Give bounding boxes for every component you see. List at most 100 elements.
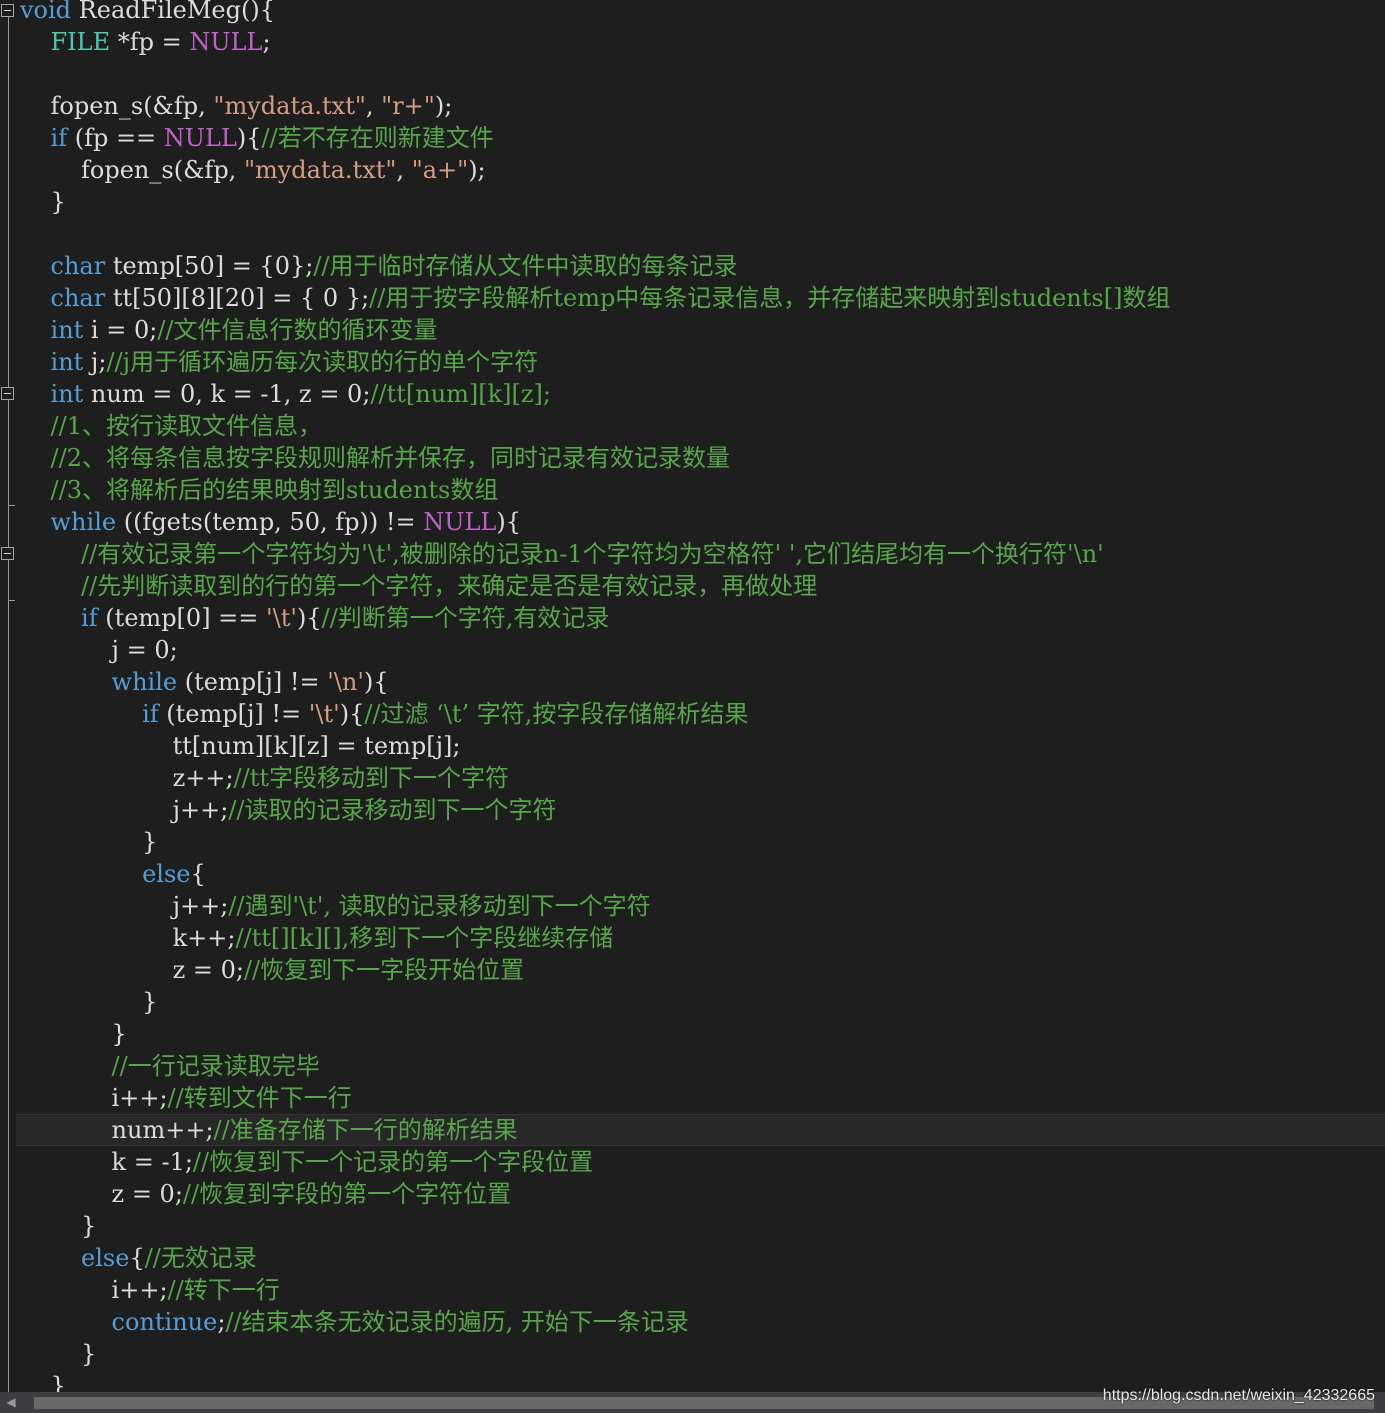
code-line[interactable]: i++;//转下一行: [20, 1274, 1385, 1306]
code-token: ){: [496, 508, 521, 536]
code-line[interactable]: k = -1;//恢复到下一个记录的第一个字段位置: [20, 1146, 1385, 1178]
code-line[interactable]: [20, 218, 1385, 250]
code-token: i = 0;: [83, 316, 158, 344]
code-line[interactable]: char temp[50] = {0};//用于临时存储从文件中读取的每条记录: [20, 250, 1385, 282]
collapse-icon[interactable]: [1, 387, 14, 400]
code-line[interactable]: //有效记录第一个字符均为'\t',被删除的记录n-1个字符均为空格符' ',它…: [20, 538, 1385, 570]
code-line[interactable]: [20, 58, 1385, 90]
code-line[interactable]: }: [20, 1210, 1385, 1242]
code-line[interactable]: j++;//遇到'\t', 读取的记录移动到下一个字符: [20, 890, 1385, 922]
code-line[interactable]: }: [20, 826, 1385, 858]
code-token: (temp[j] !=: [158, 700, 309, 728]
code-token: NULL: [163, 124, 237, 152]
code-line[interactable]: while ((fgets(temp, 50, fp)) != NULL){: [20, 506, 1385, 538]
code-token: int: [50, 380, 84, 408]
code-line[interactable]: j++;//读取的记录移动到下一个字符: [20, 794, 1385, 826]
code-token: while: [111, 668, 178, 696]
code-token: ){: [236, 124, 262, 152]
code-line[interactable]: z = 0;//恢复到字段的第一个字符位置: [20, 1178, 1385, 1210]
code-token: if: [81, 604, 98, 632]
code-line[interactable]: fopen_s(&fp, "mydata.txt", "r+");: [20, 90, 1385, 122]
outline-gutter: [0, 0, 16, 1392]
outline-line: [8, 14, 9, 1392]
code-token: //过滤 ‘\t’ 字符,按字段存储解析结果: [364, 700, 749, 728]
outline-tick: [8, 505, 15, 506]
code-token: i++;: [20, 1276, 168, 1304]
code-token: i++;: [20, 1084, 168, 1112]
code-line[interactable]: }: [20, 1338, 1385, 1370]
code-line[interactable]: int num = 0, k = -1, z = 0;//tt[num][k][…: [20, 378, 1385, 410]
code-line[interactable]: }: [20, 1018, 1385, 1050]
scroll-left-arrow-icon[interactable]: ◀: [0, 1392, 22, 1413]
code-token: temp[50] = {0};: [105, 252, 314, 280]
code-line-current[interactable]: num++;//准备存储下一行的解析结果: [16, 1114, 1385, 1146]
code-token: //判断第一个字符,有效记录: [321, 604, 610, 632]
code-line[interactable]: char tt[50][8][20] = { 0 };//用于按字段解析temp…: [20, 282, 1385, 314]
code-line[interactable]: if (temp[j] != '\t'){//过滤 ‘\t’ 字符,按字段存储解…: [20, 698, 1385, 730]
code-line[interactable]: if (fp == NULL){//若不存在则新建文件: [20, 122, 1385, 154]
code-token: //转下一行: [167, 1276, 280, 1304]
code-line[interactable]: //先判断读取到的行的第一个字符，来确定是否是有效记录，再做处理: [20, 570, 1385, 602]
collapse-icon[interactable]: [1, 4, 14, 17]
code-line[interactable]: k++;//tt[][k][],移到下一个字段继续存储: [20, 922, 1385, 954]
code-token: //恢复到下一个记录的第一个字段位置: [192, 1148, 594, 1176]
code-line[interactable]: int j;//j用于循环遍历每次读取的行的单个字符: [20, 346, 1385, 378]
code-line[interactable]: tt[num][k][z] = temp[j];: [20, 730, 1385, 762]
code-token: ){: [364, 668, 389, 696]
code-token: //用于按字段解析temp中每条记录信息，并存储起来映射到students[]数…: [369, 284, 1171, 312]
code-token: }: [20, 1212, 97, 1240]
code-editor[interactable]: void ReadFileMeg(){ FILE *fp = NULL; fop…: [0, 0, 1385, 1413]
code-line[interactable]: int i = 0;//文件信息行数的循环变量: [20, 314, 1385, 346]
code-token: ;: [262, 28, 271, 56]
code-line[interactable]: if (temp[0] == '\t'){//判断第一个字符,有效记录: [20, 602, 1385, 634]
code-token: z++;: [20, 764, 234, 792]
watermark-text: https://blog.csdn.net/weixin_42332665: [1102, 1387, 1375, 1404]
collapse-icon[interactable]: [1, 547, 14, 560]
code-token: j;: [83, 348, 107, 376]
code-token: {: [190, 860, 206, 888]
code-line[interactable]: while (temp[j] != '\n'){: [20, 666, 1385, 698]
code-line[interactable]: }: [20, 986, 1385, 1018]
code-token: num++;: [20, 1116, 214, 1144]
code-token: j++;: [20, 892, 229, 920]
code-line[interactable]: continue;//结束本条无效记录的遍历, 开始下一条记录: [20, 1306, 1385, 1338]
code-line[interactable]: }: [20, 186, 1385, 218]
code-line[interactable]: else{//无效记录: [20, 1242, 1385, 1274]
code-token: *fp =: [110, 28, 190, 56]
code-token: num = 0, k = -1, z = 0;: [83, 380, 371, 408]
code-line[interactable]: z = 0;//恢复到下一字段开始位置: [20, 954, 1385, 986]
code-token: '\t': [266, 604, 297, 632]
code-token: j = 0;: [20, 636, 178, 664]
code-line[interactable]: FILE *fp = NULL;: [20, 26, 1385, 58]
code-line[interactable]: //1、按行读取文件信息，: [20, 410, 1385, 442]
code-token: "r+": [381, 92, 435, 120]
code-line[interactable]: fopen_s(&fp, "mydata.txt", "a+");: [20, 154, 1385, 186]
code-token: //遇到'\t', 读取的记录移动到下一个字符: [228, 892, 651, 920]
code-line[interactable]: //3、将解析后的结果映射到students数组: [20, 474, 1385, 506]
code-line[interactable]: else{: [20, 858, 1385, 890]
code-token: ,: [365, 92, 382, 120]
code-token: if: [142, 700, 159, 728]
code-token: "mydata.txt": [213, 92, 366, 120]
code-line[interactable]: //2、将每条信息按字段规则解析并保存，同时记录有效记录数量: [20, 442, 1385, 474]
code-line[interactable]: //一行记录读取完毕: [20, 1050, 1385, 1082]
code-token: ,: [396, 156, 412, 184]
code-token: //一行记录读取完毕: [111, 1052, 320, 1080]
code-line[interactable]: i++;//转到文件下一行: [20, 1082, 1385, 1114]
code-line[interactable]: z++;//tt字段移动到下一个字符: [20, 762, 1385, 794]
code-line[interactable]: j = 0;: [20, 634, 1385, 666]
code-line[interactable]: void ReadFileMeg(){: [20, 0, 1385, 26]
code-token: k++;: [20, 924, 236, 952]
code-token: tt[num][k][z] = temp[j];: [20, 732, 461, 760]
code-token: );: [468, 156, 486, 184]
